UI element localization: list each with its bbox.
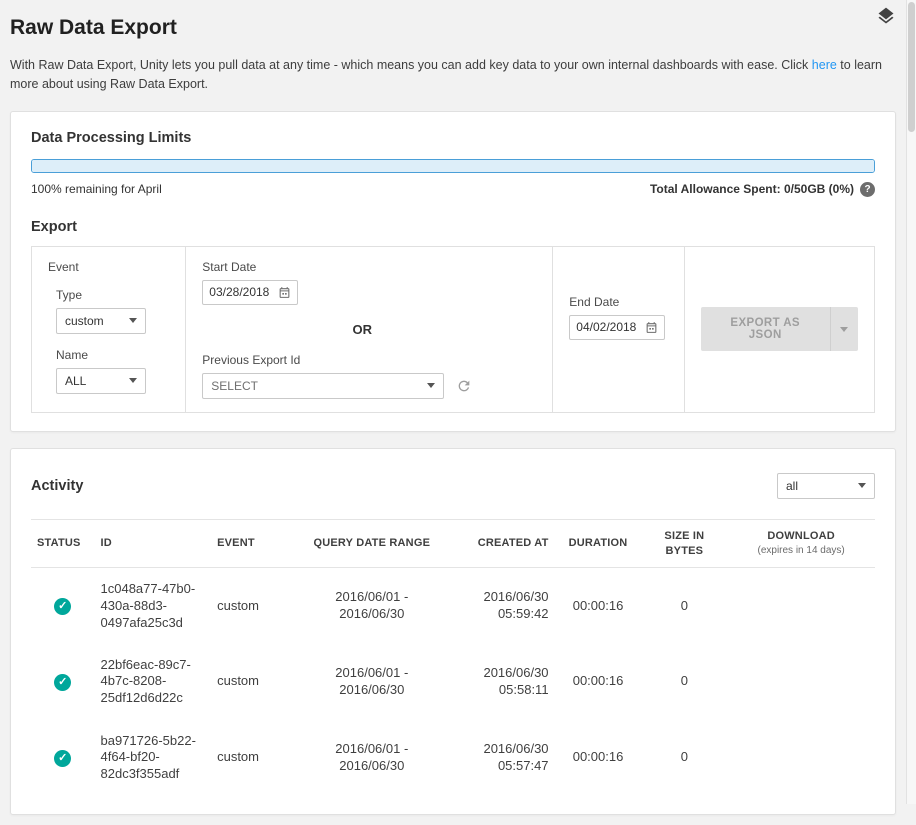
created-cell: 2016/06/30 05:58:11 [448,644,554,720]
activity-card: Activity all STATUS ID EVENT QUERY DATE … [10,448,896,815]
end-date-input[interactable] [576,320,642,334]
size-cell: 0 [642,568,728,644]
help-icon[interactable]: ? [860,182,875,197]
check-circle-icon: ✓ [54,750,71,767]
page: Raw Data Export With Raw Data Export, Un… [0,0,916,825]
previous-export-label: Previous Export Id [202,353,522,367]
remaining-text: 100% remaining for April [31,182,162,196]
status-cell: ✓ [31,568,95,644]
col-created: CREATED AT [448,519,554,568]
table-row: ✓ 22bf6eac-89c7-4b7c-8208-25df12d6d22c c… [31,644,875,720]
limits-summary-row: 100% remaining for April Total Allowance… [31,182,875,197]
export-form: Event Type custom Name ALL Start Date [31,246,875,413]
size-cell: 0 [642,644,728,720]
event-cell: custom [211,568,295,644]
previous-export-value: SELECT [211,379,258,393]
end-date-field[interactable] [569,315,665,340]
event-name-select[interactable]: ALL [56,368,146,394]
name-label: Name [56,348,169,362]
activity-filter-select[interactable]: all [777,473,875,499]
duration-cell: 00:00:16 [555,568,642,644]
activity-heading: Activity [31,478,83,494]
table-header-row: STATUS ID EVENT QUERY DATE RANGE CREATED… [31,519,875,568]
layers-icon[interactable] [876,6,896,26]
range-cell: 2016/06/01 - 2016/06/30 [295,720,448,796]
scrollbar-thumb[interactable] [908,2,915,132]
id-cell: 22bf6eac-89c7-4b7c-8208-25df12d6d22c [95,644,212,720]
created-cell: 2016/06/30 05:59:42 [448,568,554,644]
download-cell [727,644,875,720]
size-cell: 0 [642,720,728,796]
activity-filter-value: all [786,479,798,493]
download-cell [727,568,875,644]
allowance-summary: Total Allowance Spent: 0/50GB (0%) ? [650,182,875,197]
chevron-down-icon [427,383,435,388]
limits-heading: Data Processing Limits [31,130,875,146]
previous-export-select[interactable]: SELECT [202,373,444,399]
type-label: Type [56,288,169,302]
allowance-progress-fill [32,160,874,172]
table-row: ✓ 1c048a77-47b0-430a-88d3-0497afa25c3d c… [31,568,875,644]
export-heading: Export [31,219,875,235]
end-date-section: End Date [553,247,685,412]
event-label: Event [48,260,169,274]
check-circle-icon: ✓ [54,598,71,615]
chevron-down-icon [129,318,137,323]
export-as-json-button[interactable]: EXPORT AS JSON [701,307,830,351]
activity-header: Activity all [31,473,875,499]
end-date-label: End Date [569,295,668,309]
start-date-input[interactable] [209,285,275,299]
event-name-value: ALL [65,374,86,388]
event-type-select[interactable]: custom [56,308,146,334]
calendar-icon [645,321,658,334]
created-cell: 2016/06/30 05:57:47 [448,720,554,796]
range-cell: 2016/06/01 - 2016/06/30 [295,568,448,644]
col-duration: DURATION [555,519,642,568]
event-type-value: custom [65,314,104,328]
calendar-icon [278,286,291,299]
allowance-text: Total Allowance Spent: 0/50GB (0%) [650,182,854,196]
date-range-section: Start Date OR Previous Export Id SELECT [186,247,553,412]
scrollbar[interactable] [906,0,916,804]
activity-table: STATUS ID EVENT QUERY DATE RANGE CREATED… [31,519,875,796]
limits-export-card: Data Processing Limits 100% remaining fo… [10,111,896,432]
table-row: ✓ ba971726-5b22-4f64-bf20-82dc3f355adf c… [31,720,875,796]
event-section: Event Type custom Name ALL [32,247,186,412]
status-cell: ✓ [31,720,95,796]
learn-more-link[interactable]: here [812,58,837,72]
col-size: SIZE IN BYTES [642,519,728,568]
export-options-button[interactable] [830,307,858,351]
id-cell: 1c048a77-47b0-430a-88d3-0497afa25c3d [95,568,212,644]
col-download-label: DOWNLOAD [767,530,835,542]
col-event: EVENT [211,519,295,568]
allowance-progress-bar [31,159,875,173]
col-download: DOWNLOAD (expires in 14 days) [727,519,875,568]
previous-export-row: SELECT [202,373,522,399]
intro-text: With Raw Data Export, Unity lets you pul… [10,56,882,95]
export-action-section: EXPORT AS JSON [685,247,874,412]
id-cell: ba971726-5b22-4f64-bf20-82dc3f355adf [95,720,212,796]
duration-cell: 00:00:16 [555,644,642,720]
export-button-group: EXPORT AS JSON [701,307,858,351]
status-cell: ✓ [31,644,95,720]
page-title: Raw Data Export [10,16,896,40]
chevron-down-icon [858,483,866,488]
col-range: QUERY DATE RANGE [295,519,448,568]
col-download-note: (expires in 14 days) [733,544,869,558]
event-cell: custom [211,644,295,720]
start-date-field[interactable] [202,280,298,305]
intro-before: With Raw Data Export, Unity lets you pul… [10,58,812,72]
refresh-icon[interactable] [456,378,472,394]
start-date-label: Start Date [202,260,522,274]
download-cell [727,720,875,796]
chevron-down-icon [840,327,848,332]
or-label: OR [202,322,522,337]
duration-cell: 00:00:16 [555,720,642,796]
event-cell: custom [211,720,295,796]
range-cell: 2016/06/01 - 2016/06/30 [295,644,448,720]
col-status: STATUS [31,519,95,568]
chevron-down-icon [129,378,137,383]
col-id: ID [95,519,212,568]
check-circle-icon: ✓ [54,674,71,691]
